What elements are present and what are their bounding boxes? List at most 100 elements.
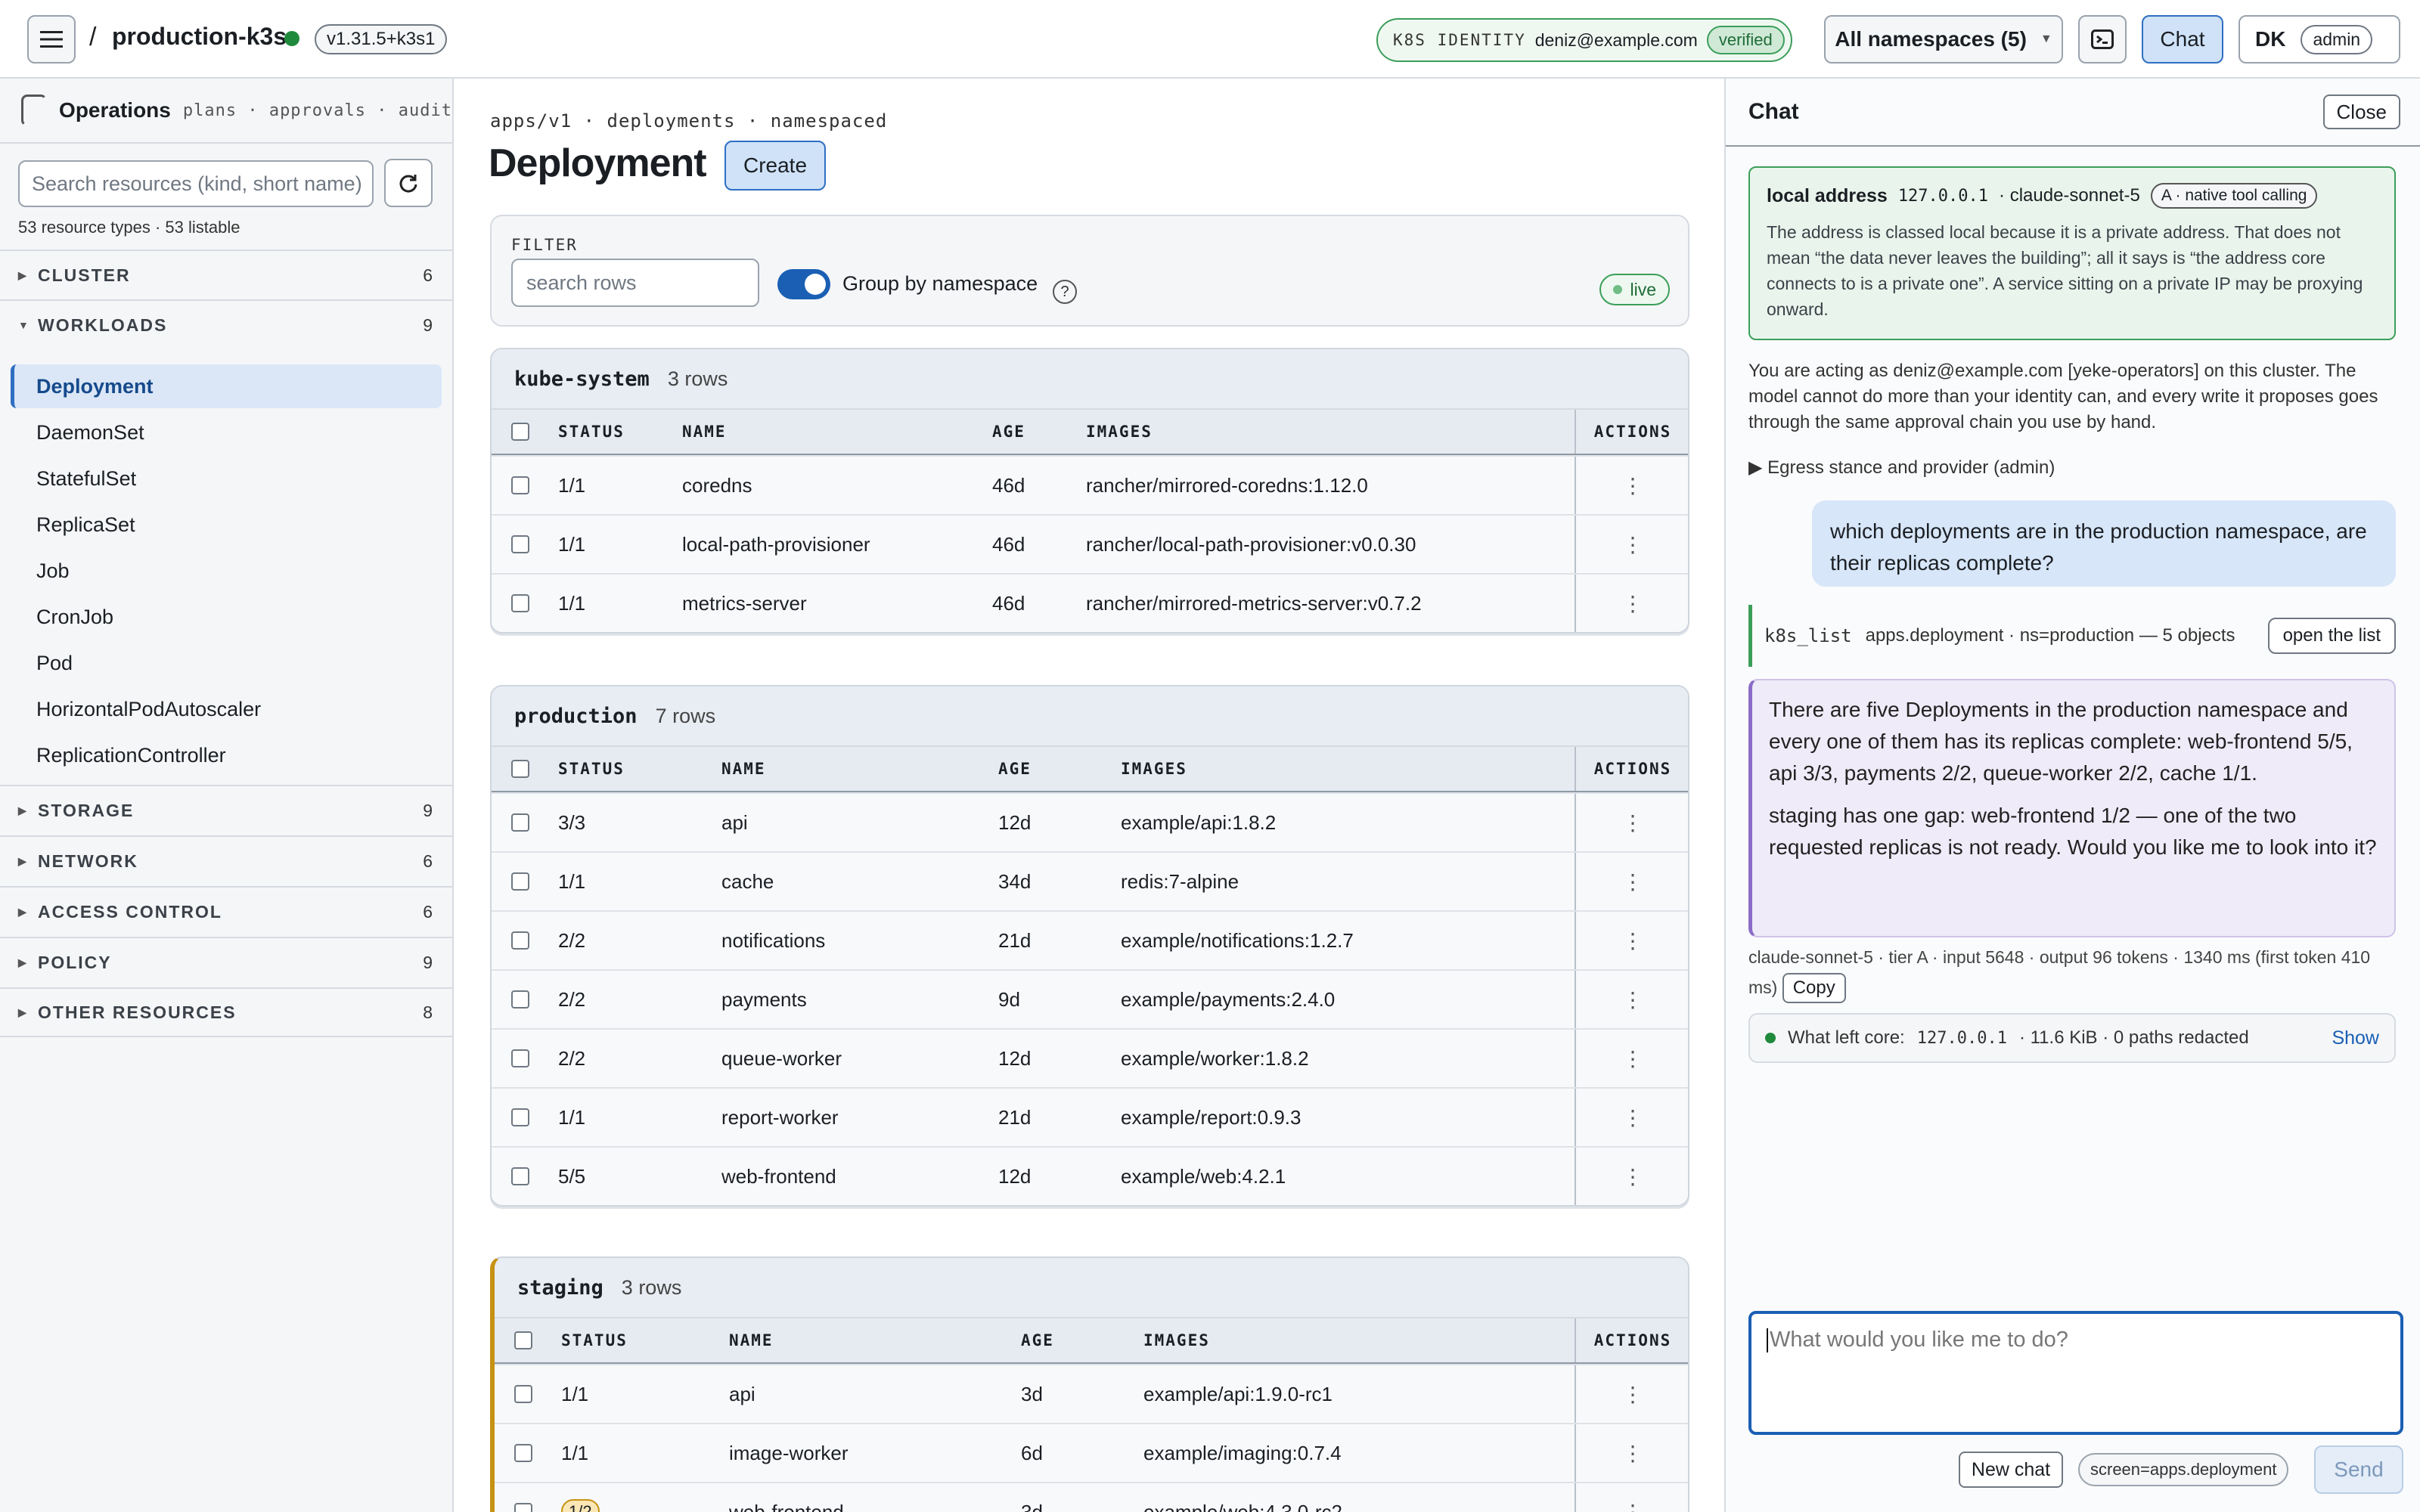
row-name[interactable]: coredns: [682, 457, 752, 514]
table-row[interactable]: 5/5 web-frontend 12d example/web:4.2.1 ⋮: [492, 1146, 1688, 1205]
new-chat-button[interactable]: New chat: [1959, 1452, 2063, 1488]
open-list-button[interactable]: open the list: [2267, 618, 2396, 654]
row-actions-icon[interactable]: ⋮: [1575, 1030, 1688, 1087]
row-name[interactable]: web-frontend: [721, 1148, 836, 1205]
sidebar-item-replicationcontroller[interactable]: ReplicationController: [11, 733, 442, 777]
table-row[interactable]: 1/1 api 3d example/api:1.9.0-rc1 ⋮: [495, 1364, 1688, 1423]
row-checkbox[interactable]: [511, 1089, 531, 1146]
column-name[interactable]: NAME: [729, 1318, 774, 1362]
column-images[interactable]: IMAGES: [1143, 1318, 1210, 1362]
row-actions-icon[interactable]: ⋮: [1575, 516, 1688, 573]
table-row[interactable]: 2/2 queue-worker 12d example/worker:1.8.…: [492, 1028, 1688, 1087]
row-name[interactable]: web-frontend: [729, 1483, 844, 1512]
row-name[interactable]: notifications: [721, 912, 825, 969]
row-name[interactable]: queue-worker: [721, 1030, 842, 1087]
row-actions-icon[interactable]: ⋮: [1575, 1483, 1688, 1512]
column-status[interactable]: STATUS: [558, 747, 625, 791]
row-actions-icon[interactable]: ⋮: [1575, 575, 1688, 632]
terminal-button[interactable]: [2078, 15, 2127, 64]
column-age[interactable]: AGE: [1021, 1318, 1054, 1362]
row-checkbox[interactable]: [511, 575, 531, 632]
table-row[interactable]: 1/1 image-worker 6d example/imaging:0.7.…: [495, 1423, 1688, 1482]
row-actions-icon[interactable]: ⋮: [1575, 1424, 1688, 1482]
table-row[interactable]: 1/1 local-path-provisioner 46d rancher/l…: [492, 514, 1688, 573]
table-row[interactable]: 1/1 report-worker 21d example/report:0.9…: [492, 1087, 1688, 1146]
column-age[interactable]: AGE: [992, 410, 1025, 454]
sidebar-item-statefulset[interactable]: StatefulSet: [11, 457, 442, 500]
section-access-control[interactable]: ▶ ACCESS CONTROL 6: [0, 886, 452, 936]
column-name[interactable]: NAME: [721, 747, 766, 791]
table-row[interactable]: 1/1 cache 34d redis:7-alpine ⋮: [492, 851, 1688, 910]
row-actions-icon[interactable]: ⋮: [1575, 457, 1688, 514]
row-checkbox[interactable]: [514, 1365, 534, 1423]
operations-bar[interactable]: Operations plans · approvals · audit: [0, 79, 452, 144]
row-checkbox[interactable]: [511, 853, 531, 910]
row-actions-icon[interactable]: ⋮: [1575, 853, 1688, 910]
sidebar-item-pod[interactable]: Pod: [11, 641, 442, 685]
row-checkbox[interactable]: [511, 457, 531, 514]
section-workloads[interactable]: ▼ WORKLOADS 9: [0, 299, 452, 349]
row-actions-icon[interactable]: ⋮: [1575, 1089, 1688, 1146]
section-storage[interactable]: ▶ STORAGE 9: [0, 785, 452, 835]
show-egress-link[interactable]: Show: [2332, 1027, 2379, 1049]
row-name[interactable]: metrics-server: [682, 575, 807, 632]
row-checkbox[interactable]: [511, 971, 531, 1028]
table-row[interactable]: 1/1 coredns 46d rancher/mirrored-coredns…: [492, 455, 1688, 514]
select-all-checkbox[interactable]: [514, 1318, 534, 1362]
column-status[interactable]: STATUS: [561, 1318, 628, 1362]
column-status[interactable]: STATUS: [558, 410, 625, 454]
column-name[interactable]: NAME: [682, 410, 727, 454]
row-actions-icon[interactable]: ⋮: [1575, 971, 1688, 1028]
row-actions-icon[interactable]: ⋮: [1575, 912, 1688, 969]
row-name[interactable]: image-worker: [729, 1424, 849, 1482]
section-other-resources[interactable]: ▶ OTHER RESOURCES 8: [0, 987, 452, 1037]
namespace-select[interactable]: All namespaces (5) ▼: [1824, 15, 2063, 64]
chat-input[interactable]: What would you like me to do?: [1748, 1311, 2403, 1435]
row-actions-icon[interactable]: ⋮: [1575, 1365, 1688, 1423]
row-name[interactable]: api: [721, 794, 748, 851]
sidebar-item-replicaset[interactable]: ReplicaSet: [11, 503, 442, 547]
row-checkbox[interactable]: [511, 1148, 531, 1205]
table-row[interactable]: 1/2 web-frontend 3d example/web:4.3.0-rc…: [495, 1482, 1688, 1512]
row-name[interactable]: cache: [721, 853, 774, 910]
table-row[interactable]: 2/2 payments 9d example/payments:2.4.0 ⋮: [492, 969, 1688, 1028]
row-checkbox[interactable]: [511, 1030, 531, 1087]
menu-button[interactable]: [27, 15, 76, 64]
help-icon[interactable]: ?: [1053, 280, 1077, 304]
table-row[interactable]: 3/3 api 12d example/api:1.8.2 ⋮: [492, 792, 1688, 851]
chat-toggle-button[interactable]: Chat: [2142, 15, 2223, 64]
row-name[interactable]: api: [729, 1365, 755, 1423]
row-actions-icon[interactable]: ⋮: [1575, 1148, 1688, 1205]
select-all-checkbox[interactable]: [511, 410, 531, 454]
close-chat-button[interactable]: Close: [2322, 94, 2400, 129]
row-checkbox[interactable]: [511, 794, 531, 851]
sidebar-item-hpa[interactable]: HorizontalPodAutoscaler: [11, 687, 442, 731]
sidebar-item-job[interactable]: Job: [11, 549, 442, 593]
create-button[interactable]: Create: [724, 141, 826, 191]
cluster-name[interactable]: production-k3s: [112, 23, 287, 51]
table-row[interactable]: 1/1 metrics-server 46d rancher/mirrored-…: [492, 573, 1688, 632]
filter-input[interactable]: search rows: [511, 259, 759, 307]
group-by-namespace-toggle[interactable]: [777, 269, 830, 299]
copy-button[interactable]: Copy: [1782, 973, 1846, 1003]
row-checkbox[interactable]: [511, 912, 531, 969]
sidebar-item-deployment[interactable]: Deployment: [11, 364, 442, 408]
section-cluster[interactable]: ▶ CLUSTER 6: [0, 249, 452, 299]
row-checkbox[interactable]: [514, 1424, 534, 1482]
select-all-checkbox[interactable]: [511, 747, 531, 791]
section-policy[interactable]: ▶ POLICY 9: [0, 937, 452, 987]
row-actions-icon[interactable]: ⋮: [1575, 794, 1688, 851]
refresh-button[interactable]: [384, 159, 433, 207]
operations-links[interactable]: plans · approvals · audit: [183, 101, 452, 120]
column-images[interactable]: IMAGES: [1086, 410, 1153, 454]
column-images[interactable]: IMAGES: [1121, 747, 1187, 791]
user-menu[interactable]: DK admin: [2238, 15, 2400, 64]
row-name[interactable]: payments: [721, 971, 807, 1028]
sidebar-item-daemonset[interactable]: DaemonSet: [11, 411, 442, 454]
send-button[interactable]: Send: [2314, 1445, 2403, 1494]
row-name[interactable]: report-worker: [721, 1089, 839, 1146]
table-row[interactable]: 2/2 notifications 21d example/notificati…: [492, 910, 1688, 969]
row-checkbox[interactable]: [511, 516, 531, 573]
resource-search-input[interactable]: Search resources (kind, short name): [18, 160, 374, 207]
row-name[interactable]: local-path-provisioner: [682, 516, 870, 573]
